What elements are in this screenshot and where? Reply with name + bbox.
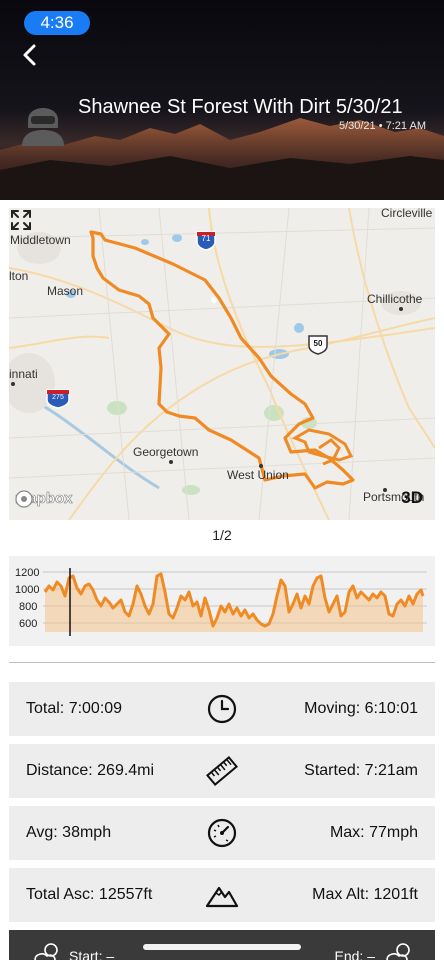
y-tick-800: 800	[19, 601, 37, 613]
avg-speed-label: Avg: 38mph	[26, 824, 112, 841]
map-label-middletown: Middletown	[10, 233, 71, 247]
route-map[interactable]: 71 275 50 Middletown Circleville lton Ma…	[9, 208, 435, 520]
elevation-chart[interactable]: 1200 1000 800 600	[9, 556, 435, 646]
max-speed-label: Max: 77mph	[329, 824, 418, 841]
weather-start-label: Start: –	[69, 948, 115, 960]
home-indicator[interactable]	[143, 944, 301, 950]
max-altitude-label: Max Alt: 1201ft	[312, 886, 418, 903]
back-chevron-icon[interactable]	[14, 38, 46, 72]
map-label-milton: lton	[9, 269, 29, 283]
mapbox-logo-icon	[15, 490, 33, 508]
mapbox-attribution[interactable]: mapbox	[15, 490, 73, 508]
mountain-icon	[205, 886, 239, 908]
ride-title: Shawnee St Forest With Dirt 5/30/21	[78, 96, 403, 118]
distance-label: Distance: 269.4mi	[26, 762, 155, 779]
weather-start-icon	[34, 943, 58, 960]
map-label-chillicothe: Chillicothe	[367, 292, 423, 306]
stat-row-speed: Avg: 38mph Max: 77mph	[9, 806, 435, 860]
total-ascent-label: Total Asc: 12557ft	[26, 886, 153, 903]
weather-end-icon	[386, 943, 410, 960]
elevation-chart-svg: 1200 1000 800 600	[15, 567, 427, 636]
started-label: Started: 7:21am	[304, 762, 418, 779]
shield-label-50: 50	[313, 339, 323, 348]
ride-route-line	[89, 230, 355, 490]
map-pager[interactable]: 1/2	[0, 527, 444, 543]
section-divider	[9, 662, 435, 663]
y-tick-600: 600	[19, 618, 37, 630]
map-label-mason: Mason	[47, 284, 84, 298]
map-canvas	[9, 208, 435, 520]
stat-row-distance: Distance: 269.4mi Started: 7:21am	[9, 744, 435, 798]
status-time: 4:36	[24, 11, 90, 35]
stat-row-altitude: Total Asc: 12557ft Max Alt: 1201ft	[9, 868, 435, 922]
expand-map-icon[interactable]	[9, 208, 33, 232]
map-label-cincinnati: innati	[9, 367, 38, 381]
y-tick-1000: 1000	[15, 584, 39, 596]
stat-row-time: Total: 7:00:09 Moving: 6:10:01	[9, 682, 435, 736]
y-tick-1200: 1200	[15, 567, 39, 579]
rider-avatar-icon	[22, 108, 64, 146]
view-3d-button[interactable]: 3D	[401, 488, 423, 508]
ride-date: 5/30/21 • 7:21 AM	[338, 120, 426, 132]
speedometer-icon	[207, 818, 237, 848]
ruler-icon	[206, 755, 238, 787]
map-label-georgetown: Georgetown	[133, 445, 199, 459]
ride-header: 4:36 Shawnee St Forest With Dirt 5/30/21…	[0, 0, 444, 200]
moving-time-label: Moving: 6:10:01	[304, 700, 418, 717]
clock-icon	[207, 694, 237, 724]
map-label-west-union: West Union	[227, 468, 289, 482]
map-label-circleville: Circleville	[381, 208, 433, 220]
shield-label-71: 71	[201, 234, 211, 243]
shield-label-275: 275	[52, 394, 64, 401]
weather-end-label: End: –	[334, 948, 375, 960]
total-time-label: Total: 7:00:09	[26, 700, 123, 717]
